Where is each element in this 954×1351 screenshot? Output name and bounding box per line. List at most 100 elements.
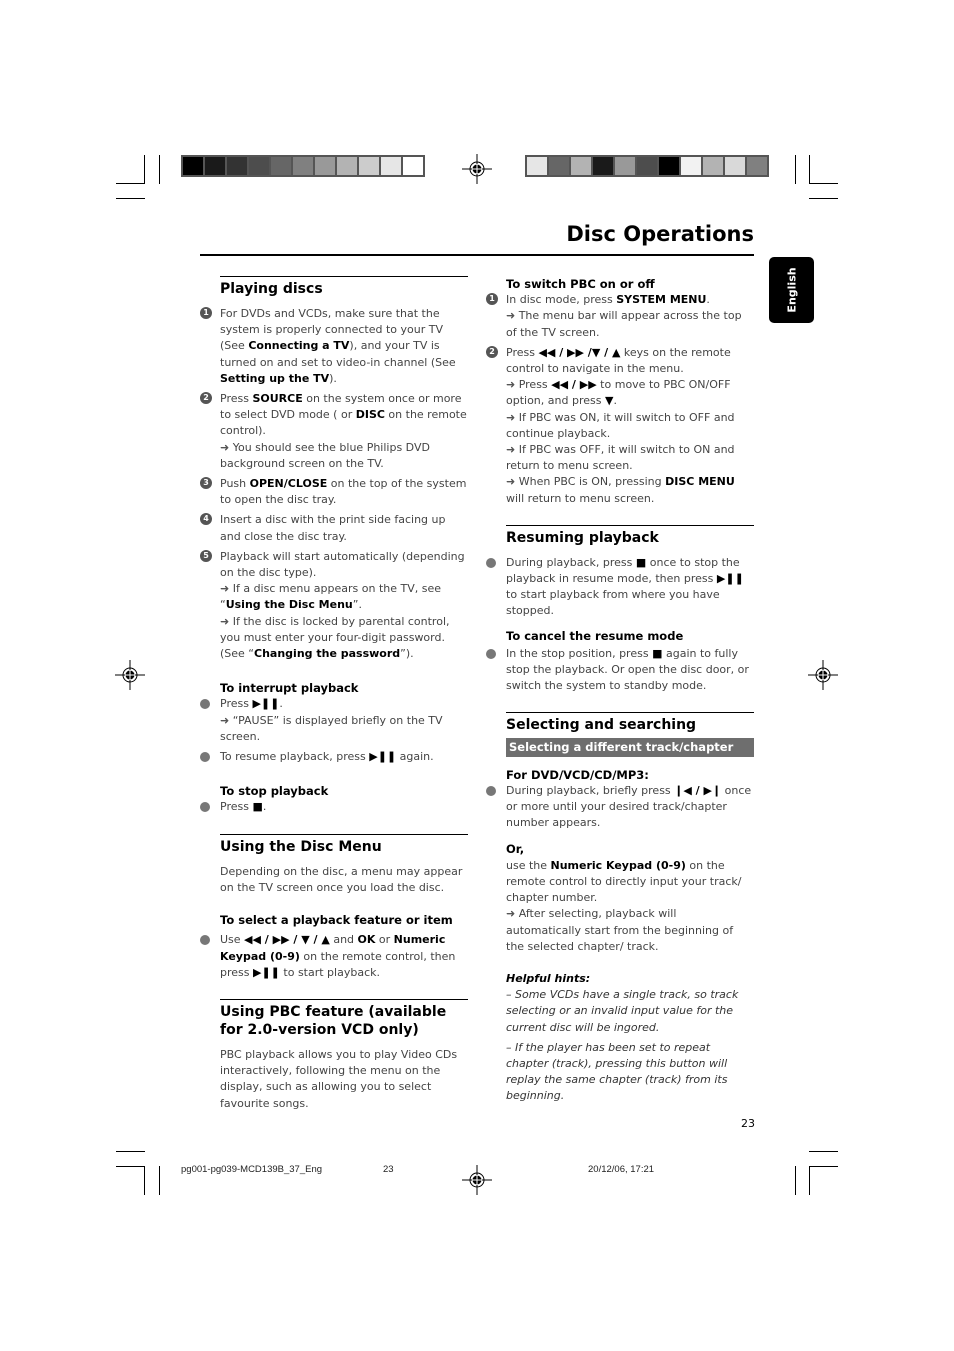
arrow-icon: ➜	[506, 475, 516, 489]
section-heading-pbc: Using PBC feature (available for 2.0-ver…	[220, 998, 468, 1039]
color-swatch	[747, 157, 767, 175]
crop-mark	[795, 1166, 796, 1195]
color-calibration-bar-left	[181, 155, 425, 177]
arrow-icon: ➜	[506, 378, 516, 392]
bold-term: Using the Disc Menu	[225, 598, 353, 612]
text-run: Press	[220, 697, 253, 711]
numbered-step: 2 Press SOURCE on the system once or more…	[200, 391, 468, 472]
bullet-item: In the stop position, press ■ again to f…	[486, 646, 754, 695]
registration-mark-icon	[808, 660, 838, 690]
crop-mark	[116, 198, 145, 199]
color-swatch	[227, 157, 247, 175]
color-swatch	[725, 157, 745, 175]
color-swatch	[359, 157, 379, 175]
crop-mark	[809, 1166, 838, 1167]
step-number-icon: 2	[486, 345, 498, 358]
hint-1: – Some VCDs have a single track, so trac…	[506, 988, 739, 1034]
text-run: to start playback from where you have st…	[506, 588, 720, 618]
color-swatch	[549, 157, 569, 175]
bold-term: ▶❚❚	[369, 750, 397, 764]
text-run: will return to menu screen.	[506, 491, 655, 505]
color-swatch	[183, 157, 203, 175]
crop-mark	[809, 1151, 838, 1152]
hint-2: – If the player has been set to repeat c…	[506, 1040, 728, 1103]
color-swatch	[703, 157, 723, 175]
bullet-icon	[200, 699, 210, 710]
color-swatch	[315, 157, 335, 175]
text-run: ).	[329, 371, 337, 385]
disc-menu-items: Use ◀◀ / ▶▶ / ▼ / ▲ and OK or Numeric Ke…	[200, 932, 468, 981]
crop-mark	[116, 1151, 145, 1152]
crop-mark	[159, 155, 160, 184]
or-label: Or,	[506, 842, 525, 857]
arrow-icon: ➜	[220, 614, 230, 628]
numbered-step: 3 Push OPEN/CLOSE on the top of the syste…	[200, 476, 468, 508]
text-run: In disc mode, press	[506, 293, 617, 307]
pbc-intro: PBC playback allows you to play Video CD…	[220, 1047, 458, 1110]
numbered-step: 1 In disc mode, press SYSTEM MENU. ➜ The …	[486, 292, 754, 341]
bold-term: SOURCE	[252, 392, 303, 406]
footer-page: 23	[383, 1164, 394, 1175]
registration-mark-icon	[462, 1165, 492, 1195]
bold-term: ▶❚❚	[716, 572, 744, 586]
crop-mark	[809, 198, 838, 199]
text-run: The menu bar will appear across the top …	[506, 309, 742, 339]
color-swatch	[659, 157, 679, 175]
bold-term: ◀◀ / ▶▶	[551, 378, 597, 392]
crop-mark	[809, 1166, 810, 1195]
color-swatch	[681, 157, 701, 175]
color-swatch	[615, 157, 635, 175]
stop-items: Press ■.	[200, 799, 468, 815]
bold-term: DISC	[355, 408, 385, 422]
text-run: To resume playback, press	[220, 750, 370, 764]
text-run: to start playback.	[279, 965, 380, 979]
text-run: Use	[220, 933, 245, 947]
footer-datetime: 20/12/06, 17:21	[588, 1164, 655, 1175]
subheading-select-feature: To select a playback feature or item	[220, 913, 453, 928]
bullet-icon	[200, 935, 210, 946]
section-heading-playing-discs: Playing discs	[220, 276, 468, 298]
arrow-icon: ➜	[220, 440, 230, 454]
text-run: and	[329, 933, 358, 947]
bold-term: Setting up the TV	[220, 371, 330, 385]
bullet-item: To resume playback, press ▶❚❚ again.	[200, 749, 468, 765]
text-run: ”).	[400, 647, 414, 661]
left-column: Playing discs 1 For DVDs and VCDs, make s…	[200, 276, 468, 1112]
selecting-items: During playback, briefly press ❙◀ / ▶❙ o…	[486, 783, 754, 832]
text-run: In the stop position, press	[506, 646, 653, 660]
color-swatch	[527, 157, 547, 175]
interrupt-items: Press ▶❚❚. ➜ “PAUSE” is displayed briefly…	[200, 696, 468, 765]
text-run: If PBC was ON, it will switch to OFF and…	[506, 410, 735, 440]
crop-mark	[116, 183, 145, 184]
text-run: or	[375, 933, 394, 947]
crop-mark	[159, 1166, 160, 1195]
language-tab: English	[769, 257, 814, 323]
color-swatch	[205, 157, 225, 175]
crop-mark	[809, 155, 810, 184]
bold-term: ■	[652, 646, 663, 660]
section-heading-selecting: Selecting and searching	[506, 712, 754, 734]
page-number: 23	[741, 1117, 755, 1130]
subsection-bar: Selecting a different track/chapter	[506, 738, 754, 757]
bold-term: DISC MENU	[665, 475, 735, 489]
crop-mark	[795, 155, 796, 184]
text-run: ”.	[352, 598, 362, 612]
text-run: .	[279, 697, 283, 711]
subheading-stop: To stop playback	[220, 784, 329, 799]
text-run: “PAUSE” is displayed briefly on the TV s…	[220, 713, 443, 743]
step-number-icon: 1	[200, 307, 212, 319]
title-divider	[200, 254, 754, 256]
color-swatch	[293, 157, 313, 175]
arrow-icon: ➜	[506, 443, 516, 457]
color-swatch	[571, 157, 591, 175]
crop-mark	[144, 155, 145, 184]
language-label: English	[785, 267, 798, 313]
bullet-icon	[486, 557, 496, 568]
bold-term: Connecting a TV	[248, 339, 350, 353]
bullet-icon	[486, 648, 496, 659]
switch-pbc-steps: 1 In disc mode, press SYSTEM MENU. ➜ The …	[486, 292, 754, 507]
text-run: Push	[220, 477, 250, 491]
section-heading-disc-menu: Using the Disc Menu	[220, 833, 468, 856]
bold-term: ❙◀ / ▶❙	[674, 783, 722, 797]
bold-term: ▶❚❚	[253, 965, 280, 979]
